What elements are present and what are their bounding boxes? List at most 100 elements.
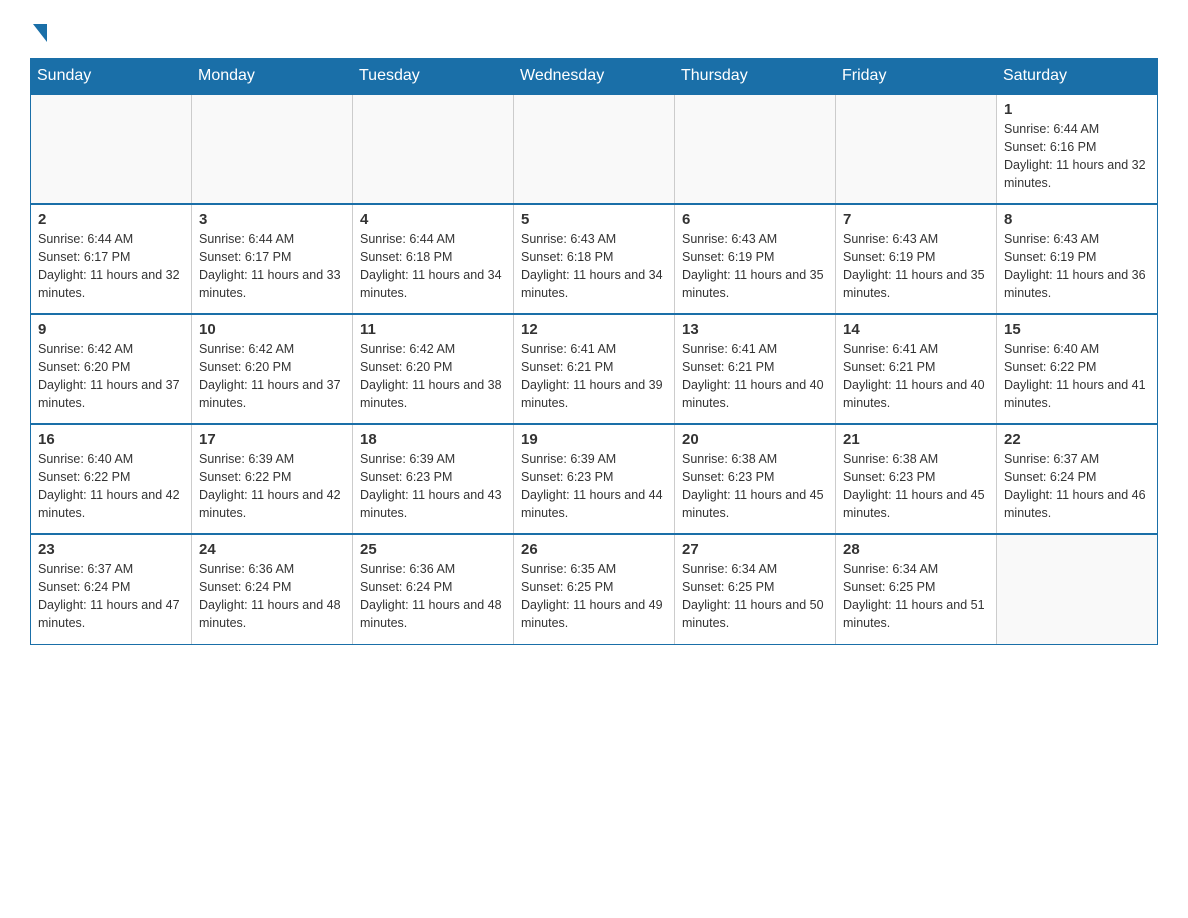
day-info: Sunrise: 6:39 AMSunset: 6:23 PMDaylight:… [521, 450, 667, 523]
day-number: 6 [682, 211, 828, 228]
calendar-week-row: 1 Sunrise: 6:44 AMSunset: 6:16 PMDaylight… [31, 94, 1158, 204]
day-number: 1 [1004, 101, 1150, 118]
day-info: Sunrise: 6:36 AMSunset: 6:24 PMDaylight:… [360, 560, 506, 633]
calendar-cell: 7 Sunrise: 6:43 AMSunset: 6:19 PMDaylight… [836, 204, 997, 314]
calendar-cell: 3 Sunrise: 6:44 AMSunset: 6:17 PMDaylight… [192, 204, 353, 314]
day-info: Sunrise: 6:38 AMSunset: 6:23 PMDaylight:… [843, 450, 989, 523]
calendar-cell: 2 Sunrise: 6:44 AMSunset: 6:17 PMDaylight… [31, 204, 192, 314]
day-number: 3 [199, 211, 345, 228]
day-info: Sunrise: 6:40 AMSunset: 6:22 PMDaylight:… [1004, 340, 1150, 413]
day-number: 11 [360, 321, 506, 338]
calendar-cell: 11 Sunrise: 6:42 AMSunset: 6:20 PMDayligh… [353, 314, 514, 424]
calendar-cell: 24 Sunrise: 6:36 AMSunset: 6:24 PMDayligh… [192, 534, 353, 644]
day-info: Sunrise: 6:39 AMSunset: 6:22 PMDaylight:… [199, 450, 345, 523]
calendar-cell [353, 94, 514, 204]
header-sunday: Sunday [31, 59, 192, 95]
day-info: Sunrise: 6:37 AMSunset: 6:24 PMDaylight:… [1004, 450, 1150, 523]
day-info: Sunrise: 6:44 AMSunset: 6:16 PMDaylight:… [1004, 120, 1150, 193]
day-number: 27 [682, 541, 828, 558]
calendar-cell [192, 94, 353, 204]
day-info: Sunrise: 6:40 AMSunset: 6:22 PMDaylight:… [38, 450, 184, 523]
day-info: Sunrise: 6:43 AMSunset: 6:19 PMDaylight:… [1004, 230, 1150, 303]
calendar-week-row: 9 Sunrise: 6:42 AMSunset: 6:20 PMDaylight… [31, 314, 1158, 424]
day-number: 8 [1004, 211, 1150, 228]
calendar-cell: 20 Sunrise: 6:38 AMSunset: 6:23 PMDayligh… [675, 424, 836, 534]
calendar-cell: 6 Sunrise: 6:43 AMSunset: 6:19 PMDaylight… [675, 204, 836, 314]
header-tuesday: Tuesday [353, 59, 514, 95]
day-info: Sunrise: 6:43 AMSunset: 6:19 PMDaylight:… [682, 230, 828, 303]
calendar-week-row: 16 Sunrise: 6:40 AMSunset: 6:22 PMDayligh… [31, 424, 1158, 534]
calendar-table: SundayMondayTuesdayWednesdayThursdayFrid… [30, 58, 1158, 645]
day-number: 20 [682, 431, 828, 448]
calendar-cell: 15 Sunrise: 6:40 AMSunset: 6:22 PMDayligh… [997, 314, 1158, 424]
calendar-cell: 18Sunrise: 6:39 AMSunset: 6:23 PMDayligh… [353, 424, 514, 534]
calendar-cell: 12Sunrise: 6:41 AMSunset: 6:21 PMDayligh… [514, 314, 675, 424]
day-info: Sunrise: 6:34 AMSunset: 6:25 PMDaylight:… [843, 560, 989, 633]
calendar-cell: 5 Sunrise: 6:43 AMSunset: 6:18 PMDaylight… [514, 204, 675, 314]
calendar-cell [836, 94, 997, 204]
day-number: 19 [521, 431, 667, 448]
calendar-cell: 16 Sunrise: 6:40 AMSunset: 6:22 PMDayligh… [31, 424, 192, 534]
day-info: Sunrise: 6:41 AMSunset: 6:21 PMDaylight:… [682, 340, 828, 413]
day-number: 10 [199, 321, 345, 338]
day-number: 28 [843, 541, 989, 558]
calendar-cell: 19 Sunrise: 6:39 AMSunset: 6:23 PMDayligh… [514, 424, 675, 534]
calendar-cell: 23Sunrise: 6:37 AMSunset: 6:24 PMDayligh… [31, 534, 192, 644]
calendar-cell: 1 Sunrise: 6:44 AMSunset: 6:16 PMDaylight… [997, 94, 1158, 204]
day-info: Sunrise: 6:42 AMSunset: 6:20 PMDaylight:… [360, 340, 506, 413]
day-number: 12 [521, 321, 667, 338]
day-number: 21 [843, 431, 989, 448]
day-number: 4 [360, 211, 506, 228]
calendar-cell: 27 Sunrise: 6:34 AMSunset: 6:25 PMDayligh… [675, 534, 836, 644]
day-info: Sunrise: 6:35 AMSunset: 6:25 PMDaylight:… [521, 560, 667, 633]
page-header [30, 20, 1158, 38]
day-number: 24 [199, 541, 345, 558]
day-number: 9 [38, 321, 184, 338]
day-number: 22 [1004, 431, 1150, 448]
day-number: 5 [521, 211, 667, 228]
day-info: Sunrise: 6:44 AMSunset: 6:17 PMDaylight:… [199, 230, 345, 303]
day-number: 7 [843, 211, 989, 228]
day-info: Sunrise: 6:44 AMSunset: 6:18 PMDaylight:… [360, 230, 506, 303]
day-info: Sunrise: 6:38 AMSunset: 6:23 PMDaylight:… [682, 450, 828, 523]
calendar-cell: 13 Sunrise: 6:41 AMSunset: 6:21 PMDayligh… [675, 314, 836, 424]
logo [30, 20, 47, 38]
day-info: Sunrise: 6:42 AMSunset: 6:20 PMDaylight:… [38, 340, 184, 413]
calendar-cell [514, 94, 675, 204]
calendar-cell: 26 Sunrise: 6:35 AMSunset: 6:25 PMDayligh… [514, 534, 675, 644]
calendar-cell: 14 Sunrise: 6:41 AMSunset: 6:21 PMDayligh… [836, 314, 997, 424]
day-info: Sunrise: 6:44 AMSunset: 6:17 PMDaylight:… [38, 230, 184, 303]
calendar-cell [31, 94, 192, 204]
day-number: 26 [521, 541, 667, 558]
calendar-week-row: 2 Sunrise: 6:44 AMSunset: 6:17 PMDaylight… [31, 204, 1158, 314]
day-number: 15 [1004, 321, 1150, 338]
day-number: 14 [843, 321, 989, 338]
header-friday: Friday [836, 59, 997, 95]
day-info: Sunrise: 6:43 AMSunset: 6:18 PMDaylight:… [521, 230, 667, 303]
header-monday: Monday [192, 59, 353, 95]
day-info: Sunrise: 6:36 AMSunset: 6:24 PMDaylight:… [199, 560, 345, 633]
calendar-cell: 28 Sunrise: 6:34 AMSunset: 6:25 PMDayligh… [836, 534, 997, 644]
day-number: 13 [682, 321, 828, 338]
day-info: Sunrise: 6:42 AMSunset: 6:20 PMDaylight:… [199, 340, 345, 413]
calendar-cell: 25 Sunrise: 6:36 AMSunset: 6:24 PMDayligh… [353, 534, 514, 644]
day-info: Sunrise: 6:41 AMSunset: 6:21 PMDaylight:… [843, 340, 989, 413]
day-info: Sunrise: 6:43 AMSunset: 6:19 PMDaylight:… [843, 230, 989, 303]
header-saturday: Saturday [997, 59, 1158, 95]
day-number: 2 [38, 211, 184, 228]
header-thursday: Thursday [675, 59, 836, 95]
day-info: Sunrise: 6:34 AMSunset: 6:25 PMDaylight:… [682, 560, 828, 633]
header-wednesday: Wednesday [514, 59, 675, 95]
day-info: Sunrise: 6:37 AMSunset: 6:24 PMDaylight:… [38, 560, 184, 633]
calendar-cell: 9 Sunrise: 6:42 AMSunset: 6:20 PMDaylight… [31, 314, 192, 424]
day-number: 17 [199, 431, 345, 448]
calendar-cell: 10 Sunrise: 6:42 AMSunset: 6:20 PMDayligh… [192, 314, 353, 424]
day-info: Sunrise: 6:39 AMSunset: 6:23 PMDaylight:… [360, 450, 506, 523]
day-number: 16 [38, 431, 184, 448]
day-number: 25 [360, 541, 506, 558]
calendar-cell: 4 Sunrise: 6:44 AMSunset: 6:18 PMDaylight… [353, 204, 514, 314]
calendar-cell [997, 534, 1158, 644]
calendar-cell: 8 Sunrise: 6:43 AMSunset: 6:19 PMDaylight… [997, 204, 1158, 314]
calendar-cell: 21 Sunrise: 6:38 AMSunset: 6:23 PMDayligh… [836, 424, 997, 534]
logo-arrow-icon [33, 24, 47, 42]
